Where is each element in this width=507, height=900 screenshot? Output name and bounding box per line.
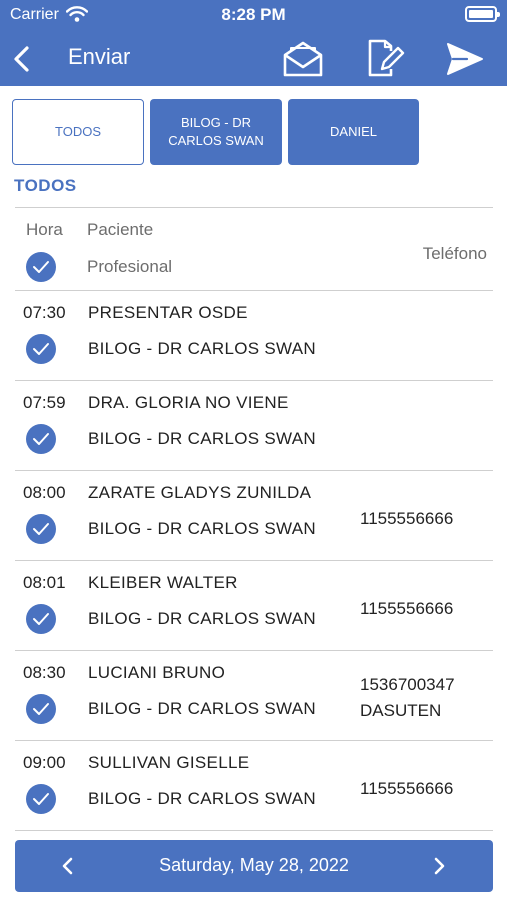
filter-todos-button[interactable]: TODOS	[12, 99, 144, 165]
filter-daniel-label: DANIEL	[330, 124, 377, 139]
status-time: 8:28 PM	[221, 5, 286, 24]
row-patient: KLEIBER WALTER	[88, 573, 238, 592]
row-checkbox[interactable]	[26, 784, 56, 814]
row-patient: LUCIANI BRUNO	[88, 663, 226, 682]
page-title: Enviar	[68, 44, 131, 69]
filter-carlos-swan-label: BILOG - DR CARLOS SWAN	[168, 115, 264, 148]
filter-carlos-swan-button[interactable]: BILOG - DR CARLOS SWAN	[150, 99, 282, 165]
back-chevron-icon[interactable]	[10, 42, 34, 76]
row-phone: 1155556666	[360, 776, 453, 802]
section-title: TODOS	[14, 176, 77, 195]
battery-icon	[465, 6, 500, 22]
send-icon[interactable]	[443, 38, 487, 80]
date-navigator: Saturday, May 28, 2022	[15, 840, 493, 892]
row-time: 08:01	[23, 573, 66, 592]
row-time: 07:59	[23, 393, 66, 412]
appointments-table: Hora Paciente Profesional Teléfono 07:30…	[15, 207, 493, 831]
row-phone-note: DASUTEN	[360, 701, 442, 720]
row-phone-number: 1155556666	[360, 509, 454, 528]
row-phone: 1155556666	[360, 506, 453, 532]
nav-bar: Enviar	[0, 32, 507, 86]
row-professional: BILOG - DR CARLOS SWAN	[88, 789, 316, 808]
row-time: 08:30	[23, 663, 66, 682]
table-row[interactable]: 09:00 SULLIVAN GISELLE BILOG - DR CARLOS S…	[15, 741, 493, 831]
table-row[interactable]: 08:00 ZARATE GLADYS ZUNILDA BILOG - DR CAR…	[15, 471, 493, 561]
header-hora: Hora	[26, 220, 63, 239]
table-row[interactable]: 07:59 DRA. GLORIA NO VIENE BILOG - DR CARL…	[15, 381, 493, 471]
row-patient: DRA. GLORIA NO VIENE	[88, 393, 289, 412]
filter-daniel-button[interactable]: DANIEL	[288, 99, 419, 165]
next-day-chevron-icon[interactable]	[423, 850, 455, 882]
open-envelope-icon[interactable]	[281, 38, 325, 80]
row-professional: BILOG - DR CARLOS SWAN	[88, 519, 316, 538]
row-phone-number: 1155556666	[360, 599, 454, 618]
table-row[interactable]: 08:01 KLEIBER WALTER BILOG - DR CARLOS SWA…	[15, 561, 493, 651]
row-phone-number: 1536700347	[360, 675, 455, 694]
header-profesional: Profesional	[87, 257, 173, 276]
row-phone: 1155556666	[360, 596, 453, 622]
row-patient: PRESENTAR OSDE	[88, 303, 248, 322]
row-checkbox[interactable]	[26, 694, 56, 724]
row-checkbox[interactable]	[26, 514, 56, 544]
row-checkbox[interactable]	[26, 424, 56, 454]
table-rows: 07:30 PRESENTAR OSDE BILOG - DR CARLOS SWA…	[15, 291, 493, 831]
row-checkbox[interactable]	[26, 334, 56, 364]
row-professional: BILOG - DR CARLOS SWAN	[88, 429, 316, 448]
row-professional: BILOG - DR CARLOS SWAN	[88, 699, 316, 718]
row-patient: ZARATE GLADYS ZUNILDA	[88, 483, 312, 502]
row-time: 07:30	[23, 303, 66, 322]
row-checkbox[interactable]	[26, 604, 56, 634]
filter-todos-label: TODOS	[55, 124, 101, 139]
filter-tabs: TODOS BILOG - DR CARLOS SWAN DANIEL	[11, 99, 431, 165]
table-header: Hora Paciente Profesional Teléfono	[15, 208, 493, 291]
header-telefono: Teléfono	[422, 244, 487, 263]
row-phone-number: 1155556666	[360, 779, 454, 798]
current-date[interactable]: Saturday, May 28, 2022	[15, 855, 493, 876]
table-row[interactable]: 07:30 PRESENTAR OSDE BILOG - DR CARLOS SWA…	[15, 291, 493, 381]
row-professional: BILOG - DR CARLOS SWAN	[88, 609, 316, 628]
row-professional: BILOG - DR CARLOS SWAN	[88, 339, 316, 358]
header-paciente: Paciente	[87, 220, 154, 239]
status-bar: Carrier 8:28 PM	[0, 0, 507, 32]
row-time: 08:00	[23, 483, 66, 502]
select-all-checkbox[interactable]	[26, 252, 56, 282]
row-phone: 1536700347 DASUTEN	[360, 672, 455, 724]
row-patient: SULLIVAN GISELLE	[88, 753, 250, 772]
edit-document-icon[interactable]	[363, 38, 407, 80]
table-row[interactable]: 08:30 LUCIANI BRUNO BILOG - DR CARLOS SWAN…	[15, 651, 493, 741]
row-time: 09:00	[23, 753, 66, 772]
